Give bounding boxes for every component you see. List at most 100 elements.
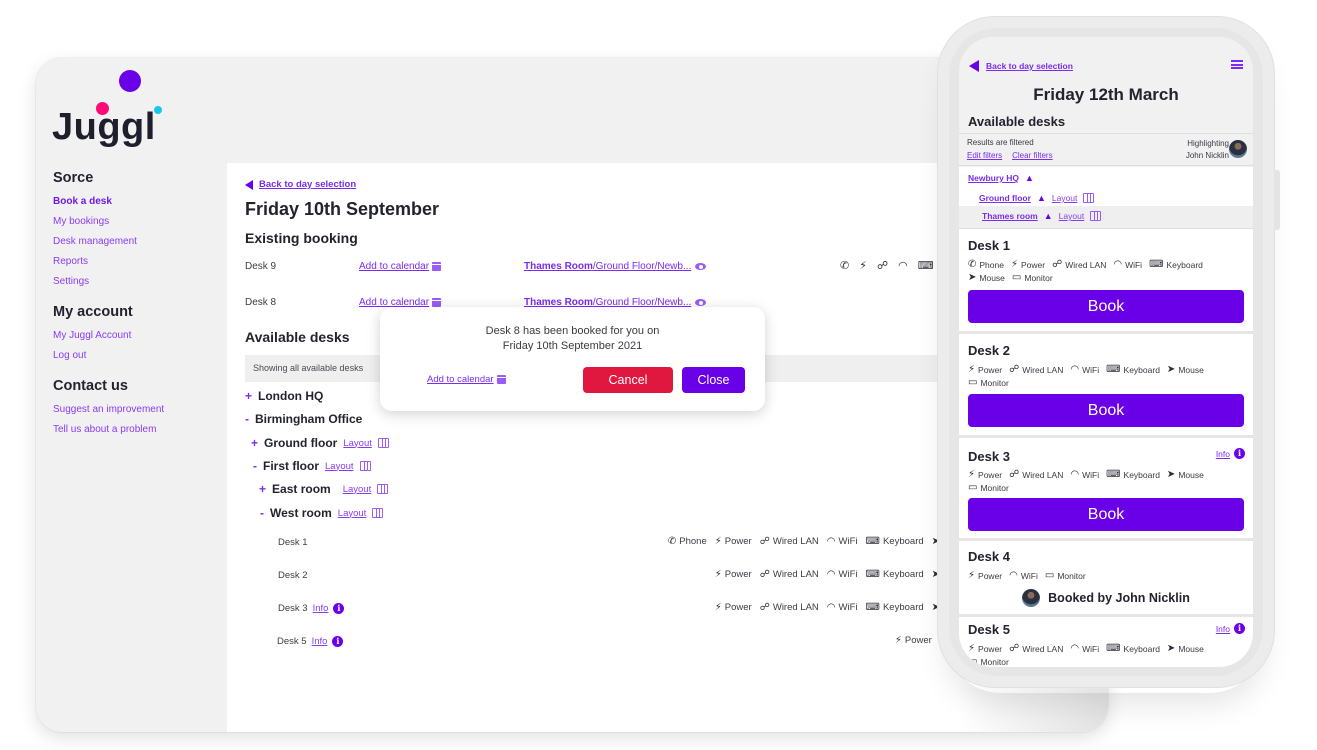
- sidebar-item-desk-management[interactable]: Desk management: [53, 232, 223, 252]
- tree-node-ground-floor[interactable]: + Ground floor Layout: [251, 436, 389, 450]
- info-icon[interactable]: i: [1234, 448, 1245, 459]
- back-link-text[interactable]: Back to day selection: [259, 179, 356, 190]
- modal-add-to-calendar[interactable]: Add to calendar: [427, 374, 506, 385]
- sidebar-item-report-problem[interactable]: Tell us about a problem: [53, 420, 223, 440]
- back-to-day-selection[interactable]: Back to day selection: [245, 179, 356, 190]
- sidebar-item-my-bookings[interactable]: My bookings: [53, 212, 223, 232]
- location-link[interactable]: Thames Room/Ground Floor/Newb...: [524, 261, 707, 272]
- location-label[interactable]: Ground floor: [979, 193, 1031, 203]
- info-icon[interactable]: i: [332, 636, 344, 647]
- sidebar-item-suggest-improvement[interactable]: Suggest an improvement: [53, 400, 223, 420]
- phone-icon: ✆: [840, 260, 850, 272]
- feature-wifi: ◠WiFi: [1113, 259, 1142, 271]
- calendar-icon: [432, 298, 442, 307]
- hamburger-menu-icon[interactable]: [1231, 60, 1243, 69]
- collapse-toggle[interactable]: -: [245, 412, 249, 426]
- expand-toggle[interactable]: +: [259, 482, 266, 496]
- tree-node-east-room[interactable]: + East room Layout: [259, 482, 389, 496]
- feature-label: Monitor: [980, 483, 1009, 493]
- chevron-up-icon[interactable]: ▲: [1037, 193, 1046, 203]
- back-link-text[interactable]: Back to day selection: [986, 61, 1073, 71]
- sidebar-item-book-a-desk[interactable]: Book a desk: [53, 192, 223, 212]
- book-button[interactable]: Book: [968, 290, 1244, 323]
- clear-filters-link[interactable]: Clear filters: [1012, 151, 1052, 160]
- room-name[interactable]: Thames Room: [524, 261, 593, 272]
- monitor-icon: ▭: [1011, 272, 1022, 283]
- info-link[interactable]: Info: [313, 603, 329, 614]
- info-link[interactable]: Info: [1216, 624, 1230, 634]
- eye-icon[interactable]: [695, 263, 707, 270]
- info-link-group[interactable]: Info i: [1216, 448, 1245, 459]
- edit-filters-link[interactable]: Edit filters: [967, 151, 1002, 160]
- tree-node-first-floor[interactable]: - First floor Layout: [253, 459, 371, 473]
- mobile-available-desks-heading: Available desks: [968, 114, 1066, 129]
- chevron-up-icon[interactable]: ▲: [1025, 173, 1034, 183]
- cancel-button[interactable]: Cancel: [583, 367, 673, 393]
- sidebar: Sorce Book a desk My bookings Desk manag…: [53, 170, 223, 440]
- feature-keyboard: ⌨ Keyboard: [1106, 643, 1160, 655]
- layout-link[interactable]: Layout: [1052, 193, 1078, 203]
- avatar[interactable]: [1229, 140, 1247, 158]
- desk-card: Desk 2 ⚡ Power ☍ Wired LAN ◠ WiFi ⌨ Keyboard ➤ Mo…: [959, 334, 1253, 438]
- calendar-icon: [496, 375, 506, 384]
- desk-row[interactable]: Desk 2 ⚡Power☍Wired LAN◠WiFi⌨Keyboard➤Mo…: [278, 568, 989, 584]
- feature-label: Power: [904, 635, 932, 646]
- book-button[interactable]: Book: [968, 498, 1244, 531]
- mouse-icon: ➤: [1166, 643, 1176, 654]
- keyboard-icon: ⌨: [865, 536, 880, 547]
- node-label: Ground floor: [264, 436, 338, 450]
- expand-toggle[interactable]: +: [245, 389, 252, 403]
- desk-name: Desk 1: [278, 537, 308, 548]
- tree-node-london-hq[interactable]: + London HQ: [245, 389, 323, 403]
- desk-features: ⚡ Power ☍ Wired LAN ◠ WiFi ⌨ Keyboard ➤ Mouse ▭ Mon…: [968, 643, 1238, 667]
- desk-row[interactable]: Desk 1 ✆ Phone ⚡ Power ☍ Wired LAN ◠ WiFi ⌨ Keybo…: [278, 535, 989, 551]
- sidebar-item-settings[interactable]: Settings: [53, 272, 223, 292]
- tree-node-west-room[interactable]: - West room Layout: [260, 506, 384, 520]
- booked-by-text: Booked by John Nicklin: [1048, 591, 1190, 605]
- phone-side-button: [1274, 170, 1280, 230]
- info-link[interactable]: Info: [312, 636, 328, 647]
- add-to-calendar-text[interactable]: Add to calendar: [427, 374, 494, 385]
- book-button[interactable]: Book: [968, 394, 1244, 427]
- layout-link[interactable]: Layout: [1059, 211, 1085, 221]
- info-link[interactable]: Info: [1216, 449, 1230, 459]
- collapse-toggle[interactable]: -: [253, 459, 257, 473]
- desk-row[interactable]: Desk 5 Info i ⚡Power◠WiFi▭: [277, 634, 988, 650]
- juggl-logo[interactable]: Juggl: [52, 70, 172, 150]
- add-to-calendar-text[interactable]: Add to calendar: [359, 261, 429, 272]
- layout-link[interactable]: Layout: [325, 461, 354, 472]
- info-link-group[interactable]: Info i: [1216, 623, 1245, 634]
- info-icon[interactable]: i: [1234, 623, 1245, 634]
- feature-label: Keyboard: [1166, 260, 1203, 270]
- layout-link[interactable]: Layout: [343, 484, 372, 495]
- wifi-icon: ◠: [826, 602, 836, 613]
- location-path[interactable]: /Ground Floor/Newb...: [593, 261, 691, 272]
- location-thames-room[interactable]: Thames room ▲ Layout: [959, 206, 1253, 229]
- mobile-back-link[interactable]: Back to day selection: [969, 60, 1073, 72]
- layout-link[interactable]: Layout: [338, 508, 367, 519]
- sidebar-item-my-juggl-account[interactable]: My Juggl Account: [53, 326, 223, 346]
- location-label[interactable]: Thames room: [982, 211, 1038, 221]
- wired-lan-icon: ☍: [1009, 364, 1020, 375]
- desk-name: Desk 5 Info i: [277, 636, 344, 647]
- feature-wifi: ◠WiFi: [1009, 570, 1038, 582]
- desk-features: ⚡ Power ◠ WiFi ▭ Monitor: [968, 570, 1238, 582]
- sidebar-item-reports[interactable]: Reports: [53, 252, 223, 272]
- layout-link[interactable]: Layout: [343, 438, 372, 449]
- feature-wired-lan: ☍ Wired LAN: [760, 536, 819, 547]
- highlighting-info: Highlighting John Nicklin: [1186, 138, 1229, 162]
- expand-toggle[interactable]: +: [251, 436, 258, 450]
- tree-node-birmingham-office[interactable]: - Birmingham Office: [245, 412, 362, 426]
- wifi-icon: ◠: [1070, 364, 1080, 375]
- wired-lan-icon: ☍: [759, 569, 770, 580]
- collapse-toggle[interactable]: -: [260, 506, 264, 520]
- add-to-calendar-link[interactable]: Add to calendar: [359, 261, 442, 272]
- chevron-up-icon[interactable]: ▲: [1044, 211, 1053, 221]
- info-icon[interactable]: i: [333, 603, 345, 614]
- close-button[interactable]: Close: [682, 367, 745, 393]
- desk-row[interactable]: Desk 3 Info i ⚡ Power ☍ Wired LAN ◠ WiFi ⌨ Keyb…: [278, 601, 989, 617]
- sidebar-item-log-out[interactable]: Log out: [53, 346, 223, 366]
- eye-icon[interactable]: [695, 299, 707, 306]
- location-label[interactable]: Newbury HQ: [968, 173, 1019, 183]
- booked-by-status: Booked by John Nicklin: [959, 589, 1253, 607]
